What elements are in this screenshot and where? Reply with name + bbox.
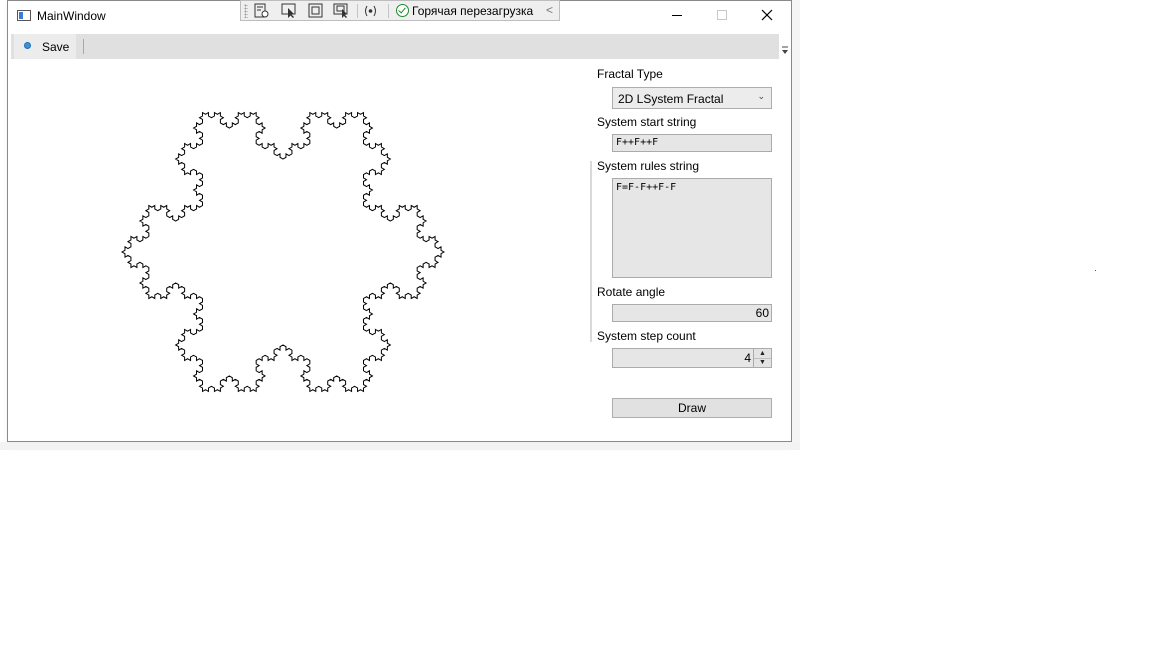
main-window: MainWindow Save Fractal Type 2D LSystem … — [7, 0, 792, 442]
toolbar-overflow-icon[interactable] — [781, 44, 789, 56]
window-shadow-bottom — [0, 442, 800, 450]
xaml-dev-toolbar: Горячая перезагрузка < — [240, 0, 560, 21]
step-count-stepper[interactable]: 4 ▲ ▼ — [612, 348, 772, 368]
chevron-down-icon: ⌄ — [757, 91, 765, 101]
save-button[interactable]: Save — [14, 34, 76, 59]
select-element-icon[interactable] — [281, 3, 298, 19]
minimize-button[interactable] — [655, 1, 700, 31]
toolbar-grip[interactable] — [244, 4, 248, 18]
window-shadow-right — [792, 0, 800, 450]
toolbar-separator — [388, 4, 389, 18]
rotate-angle-input[interactable]: 60 — [612, 304, 772, 322]
window-title: MainWindow — [37, 9, 106, 23]
window-app-icon — [17, 10, 31, 21]
rules-string-input[interactable]: F=F-F++F-F — [612, 178, 772, 278]
start-string-input[interactable]: F++F++F — [612, 134, 772, 152]
binding-failures-icon[interactable] — [362, 3, 379, 19]
fractal-type-label: Fractal Type — [597, 67, 663, 81]
start-string-label: System start string — [597, 115, 697, 129]
grid-splitter[interactable] — [590, 161, 592, 342]
display-layout-adorners-icon[interactable] — [307, 3, 324, 19]
save-icon — [24, 42, 31, 49]
stepper-down-icon[interactable]: ▼ — [754, 358, 771, 367]
visual-tree-icon[interactable] — [253, 3, 270, 19]
hot-reload-button[interactable]: Горячая перезагрузка — [412, 4, 533, 18]
rules-string-label: System rules string — [597, 159, 700, 173]
draw-button[interactable]: Draw — [612, 398, 772, 418]
fractal-canvas — [120, 111, 446, 393]
chevron-left-icon[interactable]: < — [546, 3, 553, 17]
fractal-type-value: 2D LSystem Fractal — [618, 92, 724, 106]
check-circle-icon — [396, 4, 409, 17]
rotate-angle-label: Rotate angle — [597, 285, 666, 299]
step-count-label: System step count — [597, 329, 696, 343]
koch-snowflake-path — [120, 111, 446, 393]
main-toolbar: Save — [11, 34, 779, 59]
close-icon — [761, 9, 773, 21]
close-button[interactable] — [745, 1, 790, 31]
stepper-buttons: ▲ ▼ — [753, 349, 771, 367]
save-label: Save — [42, 40, 70, 54]
fractal-type-select[interactable]: 2D LSystem Fractal ⌄ — [612, 87, 772, 109]
stray-pixel — [1095, 270, 1096, 271]
toolbar-separator — [357, 4, 358, 18]
track-focus-icon[interactable] — [333, 3, 350, 19]
step-count-value: 4 — [744, 351, 751, 365]
maximize-button[interactable] — [700, 1, 745, 31]
toolbar-separator — [83, 39, 84, 54]
